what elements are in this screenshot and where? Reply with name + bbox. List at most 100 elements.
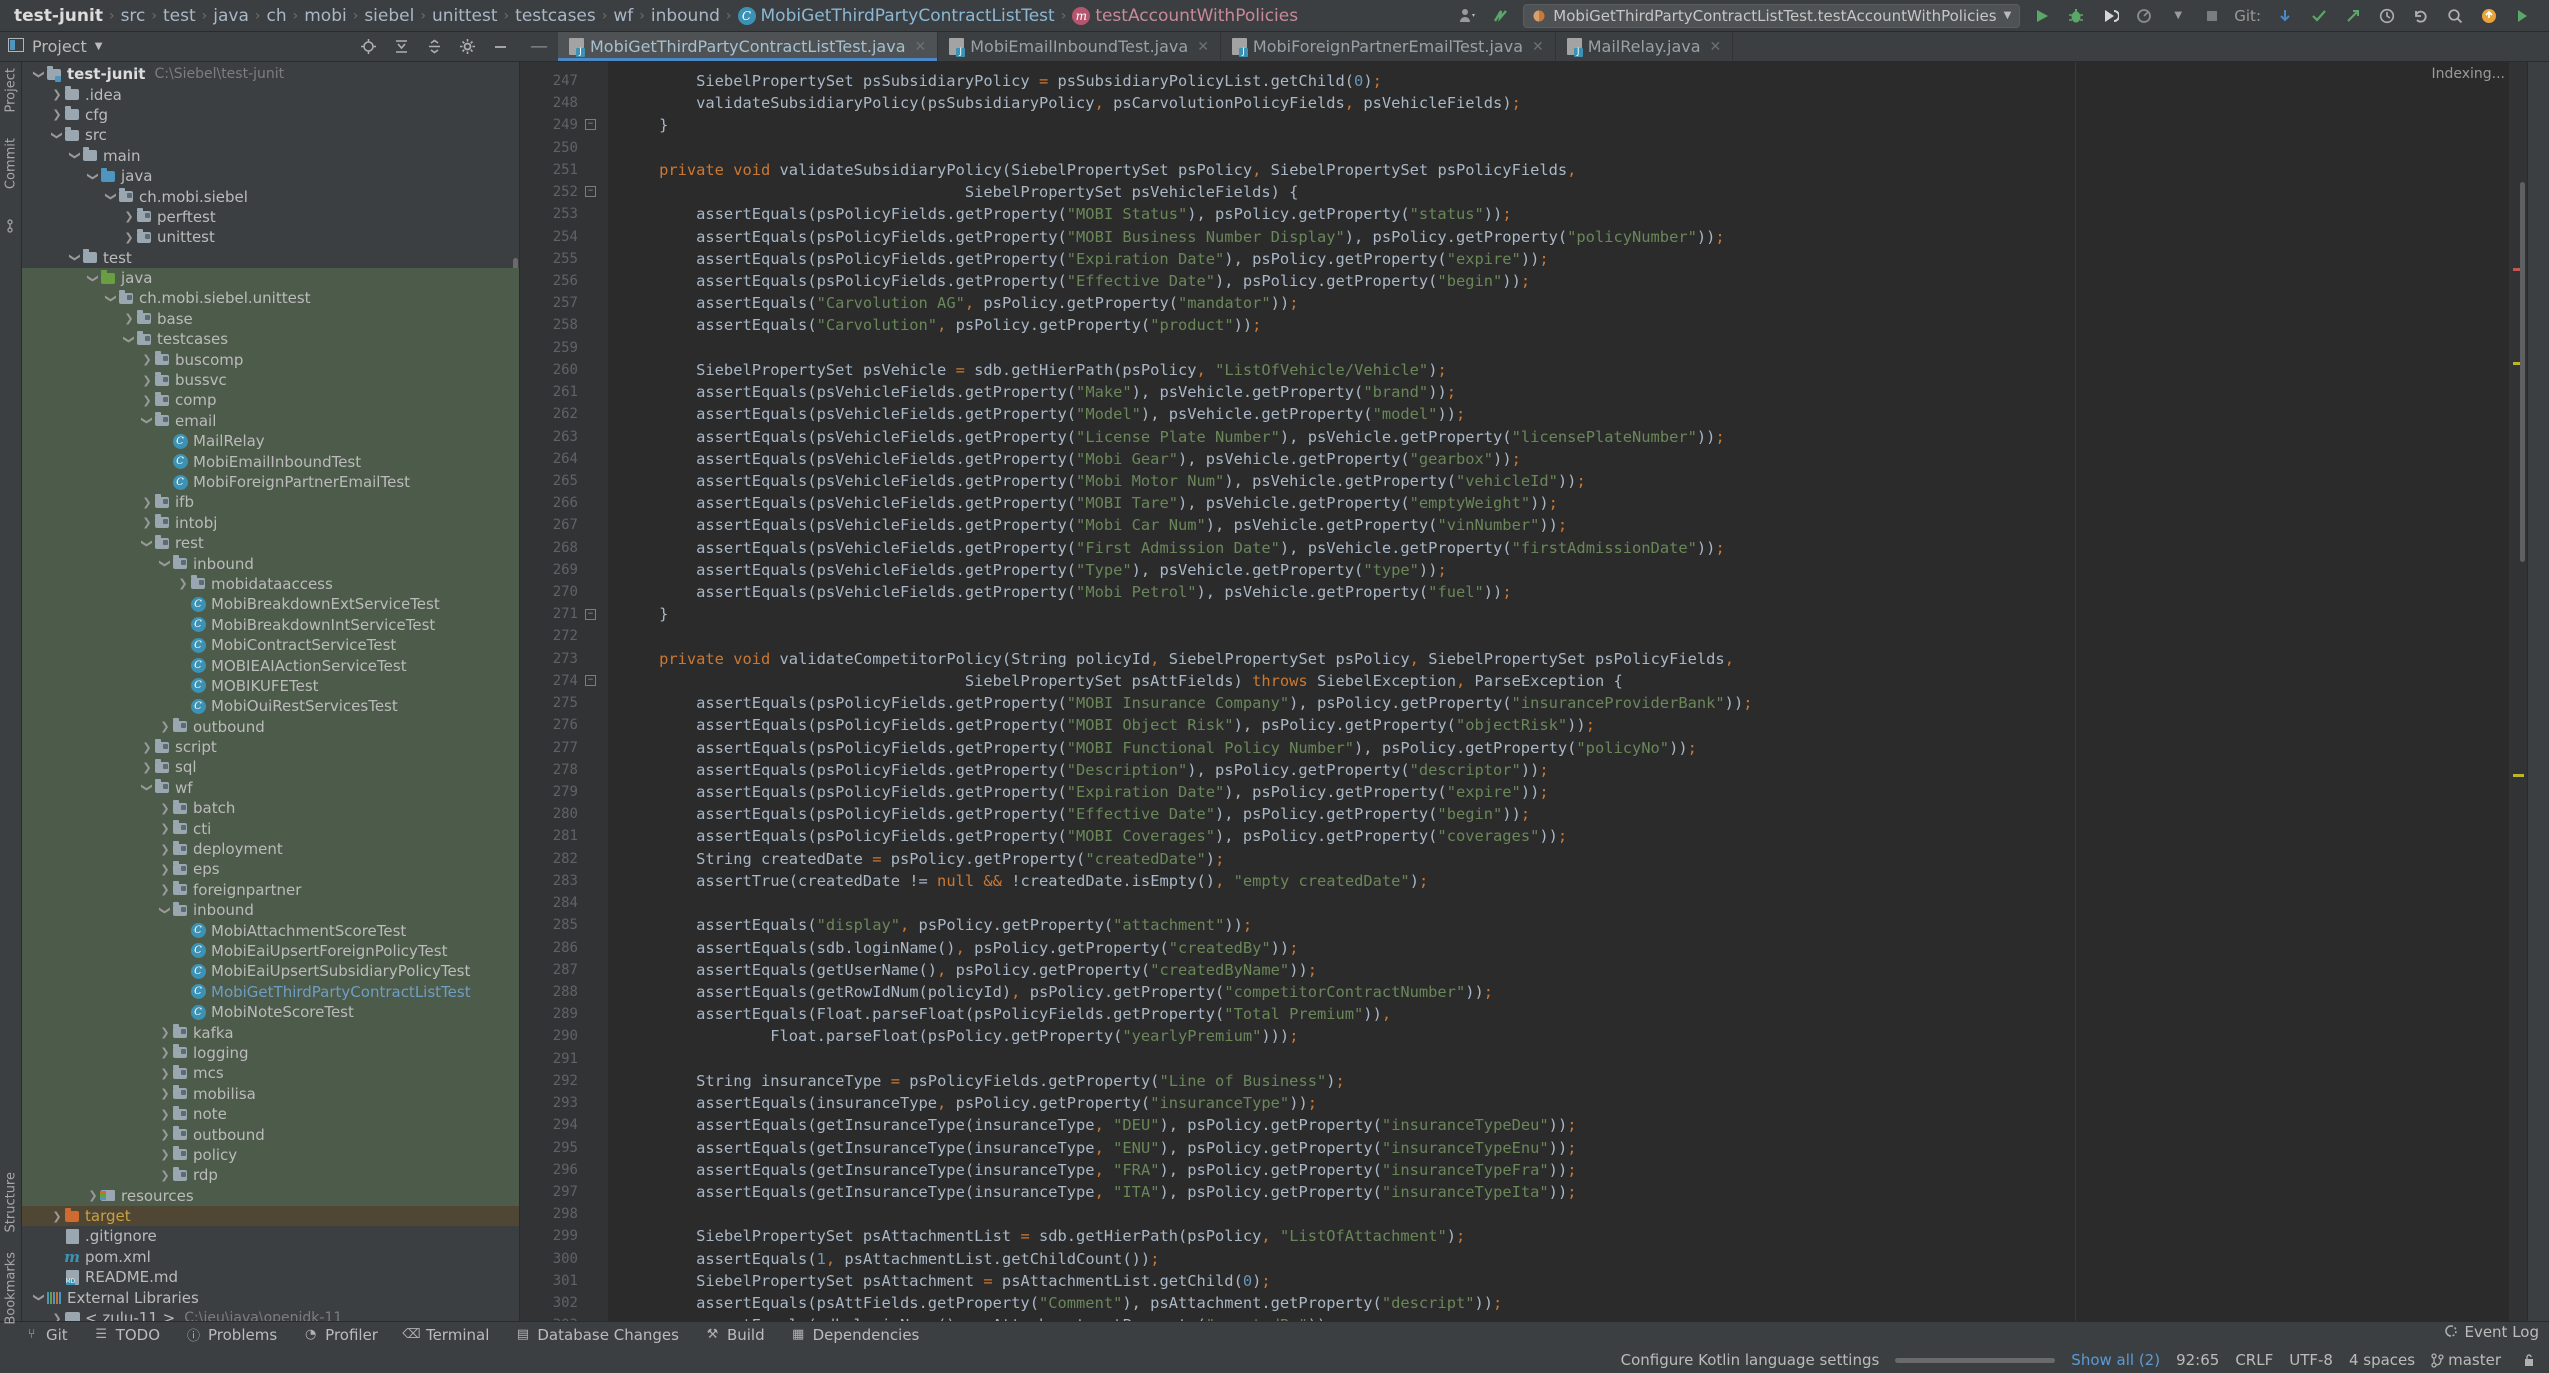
code-editor[interactable]: 247 248−249 250 251−252 253 254 255 256 257 258 25…: [520, 62, 2527, 1321]
tree-node-mobicontractservicetest[interactable]: ❯CMobiContractServiceTest: [22, 634, 519, 656]
tool-window-button-database-changes[interactable]: ▤ Database Changes: [515, 1326, 679, 1344]
chevron-right-icon[interactable]: ❯: [158, 1128, 172, 1141]
line-number[interactable]: 296: [520, 1159, 608, 1181]
chevron-down-icon[interactable]: ❯: [105, 291, 118, 305]
chevron-right-icon[interactable]: ❯: [140, 761, 154, 774]
tree-node-wf[interactable]: ❯ wf: [22, 777, 519, 799]
branch-icon[interactable]: [1489, 4, 1513, 28]
tree-node-mobidataaccess[interactable]: ❯ mobidataaccess: [22, 573, 519, 595]
code-line[interactable]: String createdDate = psPolicy.getPropert…: [608, 848, 2527, 870]
tree-node-script[interactable]: ❯ script: [22, 736, 519, 758]
line-number[interactable]: 251: [520, 159, 608, 181]
line-number[interactable]: 264: [520, 448, 608, 470]
chevron-right-icon[interactable]: ❯: [158, 802, 172, 815]
tool-strip-structure[interactable]: Structure: [3, 1172, 18, 1232]
line-number[interactable]: 258: [520, 314, 608, 336]
line-number[interactable]: 299: [520, 1225, 608, 1247]
line-number[interactable]: 284: [520, 892, 608, 914]
code-line[interactable]: assertEquals(psPolicyFields.getProperty(…: [608, 692, 2527, 714]
code-line[interactable]: [608, 892, 2527, 914]
run-coverage-icon[interactable]: [2098, 4, 2122, 28]
tree-node-mobiouirestservicestest[interactable]: ❯CMobiOuiRestServicesTest: [22, 696, 519, 717]
code-line[interactable]: private void validateSubsidiaryPolicy(Si…: [608, 159, 2527, 181]
code-line[interactable]: [608, 337, 2527, 359]
code-line[interactable]: assertEquals("Carvolution AG", psPolicy.…: [608, 292, 2527, 314]
tree-node-unittest[interactable]: ❯ unittest: [22, 227, 519, 247]
code-fold-icon[interactable]: −: [585, 608, 596, 620]
code-line[interactable]: [608, 1048, 2527, 1070]
code-line[interactable]: SiebelPropertySet psSubsidiaryPolicy = p…: [608, 70, 2527, 92]
tree-node-cti[interactable]: ❯ cti: [22, 818, 519, 839]
code-line[interactable]: assertEquals(getRowIdNum(policyId), psPo…: [608, 981, 2527, 1003]
editor-scrollbar[interactable]: [2520, 182, 2525, 562]
tool-window-button-terminal[interactable]: ⌫ Terminal: [402, 1326, 489, 1344]
chevron-right-icon[interactable]: ❯: [158, 1087, 172, 1100]
settings-icon[interactable]: [455, 35, 479, 59]
breadcrumb-item-inbound[interactable]: inbound: [645, 6, 726, 26]
line-number[interactable]: 302: [520, 1292, 608, 1314]
breadcrumb-item-java[interactable]: java: [207, 6, 255, 26]
line-number[interactable]: 287: [520, 959, 608, 981]
editor-gutter[interactable]: 247 248−249 250 251−252 253 254 255 256 257 258 25…: [520, 62, 608, 1321]
locate-icon[interactable]: [356, 35, 380, 59]
code-fold-icon[interactable]: −: [585, 675, 596, 687]
chevron-right-icon[interactable]: ❯: [122, 312, 136, 325]
chevron-right-icon[interactable]: ❯: [140, 374, 154, 387]
chevron-right-icon[interactable]: ❯: [176, 577, 190, 590]
notifications-icon[interactable]: [2477, 4, 2501, 28]
breadcrumb-item-siebel[interactable]: siebel: [358, 6, 420, 26]
tree-node-pom-xml[interactable]: ❯mpom.xml: [22, 1247, 519, 1267]
chevron-right-icon[interactable]: ❯: [158, 822, 172, 835]
line-number[interactable]: 301: [520, 1270, 608, 1292]
tool-window-button-build[interactable]: ⚒ Build: [705, 1326, 765, 1344]
tree-node-readme-md[interactable]: ❯README.md: [22, 1267, 519, 1287]
tree-node-rest[interactable]: ❯ rest: [22, 532, 519, 554]
chevron-right-icon[interactable]: ❯: [158, 1046, 172, 1059]
line-number[interactable]: 293: [520, 1092, 608, 1114]
tree-node-mobieaiactionservicetest[interactable]: ❯CMOBIEAIActionServiceTest: [22, 655, 519, 676]
chevron-right-icon[interactable]: ❯: [158, 863, 172, 876]
code-line[interactable]: assertEquals(getInsuranceType(insuranceT…: [608, 1159, 2527, 1181]
line-number[interactable]: 280: [520, 803, 608, 825]
line-separator[interactable]: CRLF: [2235, 1351, 2273, 1369]
chevron-right-icon[interactable]: ❯: [50, 1210, 64, 1223]
chevron-down-icon[interactable]: ▼: [95, 41, 103, 52]
code-line[interactable]: SiebelPropertySet psVehicleFields) {: [608, 181, 2527, 203]
code-line[interactable]: SiebelPropertySet psVehicle = sdb.getHie…: [608, 359, 2527, 381]
tree-node-batch[interactable]: ❯ batch: [22, 798, 519, 819]
line-number[interactable]: 270: [520, 581, 608, 603]
chevron-right-icon[interactable]: ❯: [140, 353, 154, 366]
breadcrumb-item-mobi[interactable]: mobi: [298, 6, 352, 26]
line-number[interactable]: 262: [520, 403, 608, 425]
chevron-down-icon[interactable]: ❯: [159, 903, 172, 917]
tree-node-mobibreakdownextservicetest[interactable]: ❯CMobiBreakdownExtServiceTest: [22, 594, 519, 615]
breadcrumb-item-src[interactable]: src: [115, 6, 152, 26]
run-icon[interactable]: [2030, 4, 2054, 28]
tree-node-eps[interactable]: ❯ eps: [22, 859, 519, 880]
line-number[interactable]: 291: [520, 1048, 608, 1070]
tool-window-button-problems[interactable]: ⓘ Problems: [186, 1326, 277, 1345]
code-line[interactable]: assertEquals(psPolicyFields.getProperty(…: [608, 248, 2527, 270]
breadcrumb-item-ch[interactable]: ch: [261, 6, 293, 26]
chevron-right-icon[interactable]: ❯: [140, 741, 154, 754]
tool-window-button-todo[interactable]: ☰ TODO: [94, 1326, 160, 1344]
line-number[interactable]: 263: [520, 426, 608, 448]
close-icon[interactable]: ✕: [1197, 39, 1209, 55]
code-line[interactable]: assertEquals(sdb.loginName(), psAttachme…: [608, 1314, 2527, 1321]
line-number[interactable]: 255: [520, 248, 608, 270]
stop-icon[interactable]: [2200, 4, 2224, 28]
line-number[interactable]: 268: [520, 537, 608, 559]
breadcrumb-item-test[interactable]: test: [157, 6, 202, 26]
code-line[interactable]: SiebelPropertySet psAttachmentList = sdb…: [608, 1225, 2527, 1247]
code-line[interactable]: assertEquals("Carvolution", psPolicy.get…: [608, 314, 2527, 336]
code-line[interactable]: assertEquals(psPolicyFields.getProperty(…: [608, 759, 2527, 781]
tree-node-buscomp[interactable]: ❯ buscomp: [22, 349, 519, 370]
chevron-down-icon[interactable]: ❯: [141, 536, 154, 550]
chevron-down-icon[interactable]: ❯: [51, 128, 64, 142]
tree-node-base[interactable]: ❯ base: [22, 308, 519, 330]
file-encoding[interactable]: UTF-8: [2289, 1351, 2333, 1369]
line-number[interactable]: 261: [520, 381, 608, 403]
breadcrumb-item-testaccountwithpolicies[interactable]: m testAccountWithPolicies: [1066, 6, 1304, 26]
code-line[interactable]: SiebelPropertySet psAttFields) throws Si…: [608, 670, 2527, 692]
tree-node-main[interactable]: ❯ main: [22, 146, 519, 166]
